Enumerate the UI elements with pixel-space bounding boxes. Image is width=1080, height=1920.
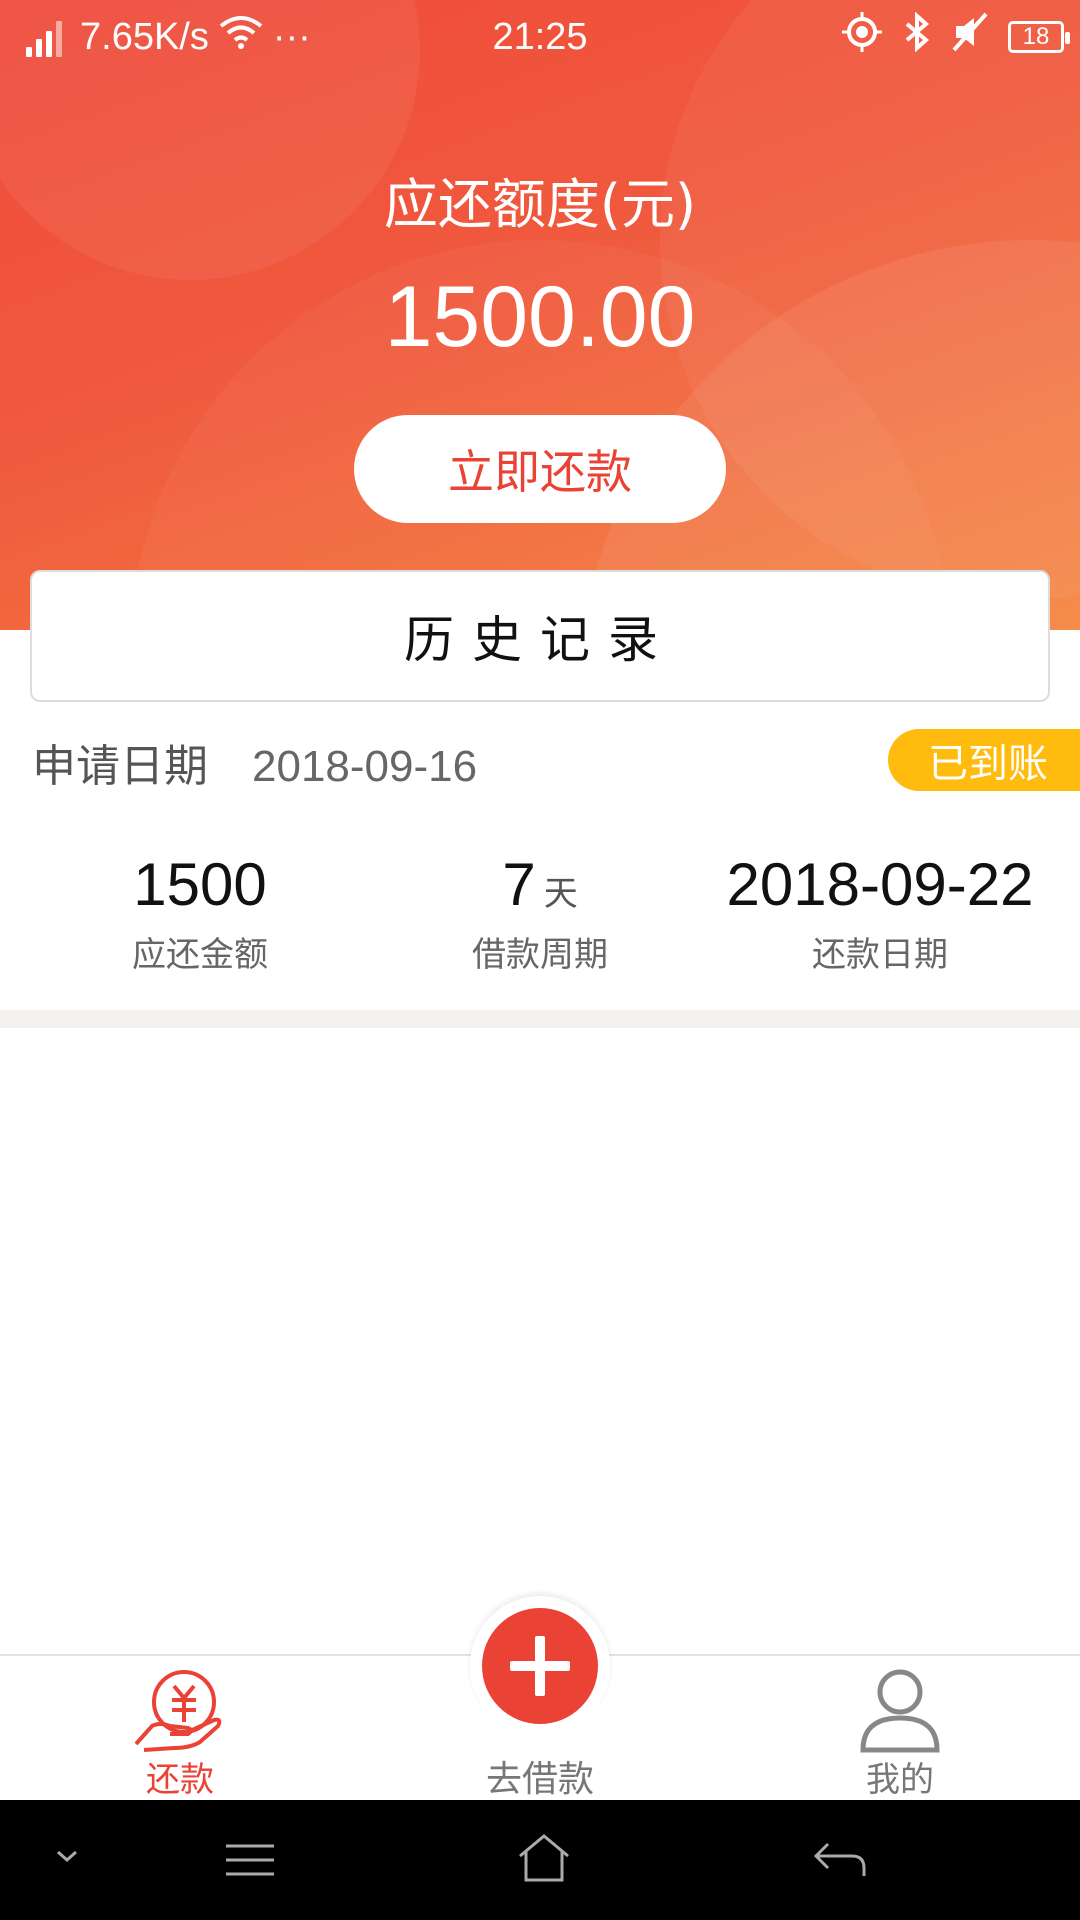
stat-due-date-value: 2018-09-22 bbox=[726, 851, 1034, 918]
status-bar: 7.65K/s ··· 21:25 18 bbox=[0, 0, 1080, 80]
section-divider bbox=[0, 1010, 1080, 1028]
due-amount-label: 应还额度(元) bbox=[383, 173, 697, 236]
tab-mine-label: 我的 bbox=[866, 1760, 934, 1800]
stat-due-date: 2018-09-22 还款日期 bbox=[700, 850, 1060, 976]
home-icon[interactable] bbox=[516, 1832, 572, 1888]
menu-icon[interactable] bbox=[222, 1840, 278, 1884]
borrow-fab[interactable] bbox=[470, 1596, 610, 1736]
location-icon bbox=[842, 12, 882, 62]
hero-banner: 7.65K/s ··· 21:25 18 应还额度(元) 1500.00 立即还… bbox=[0, 0, 1080, 630]
battery-icon: 18 bbox=[1008, 21, 1070, 53]
stat-period: 7天 借款周期 bbox=[360, 850, 720, 976]
stat-period-unit: 天 bbox=[543, 874, 578, 914]
stat-period-label: 借款周期 bbox=[472, 935, 608, 975]
due-amount-value: 1500.00 bbox=[384, 269, 696, 365]
stat-period-value: 7 bbox=[502, 851, 536, 918]
mute-icon bbox=[952, 12, 988, 62]
status-badge: 已到账 bbox=[888, 729, 1080, 791]
back-icon[interactable] bbox=[812, 1838, 868, 1886]
stat-amount-value: 1500 bbox=[133, 851, 267, 918]
tab-repay[interactable]: 还款 bbox=[70, 1664, 290, 1801]
bluetooth-icon bbox=[902, 11, 932, 62]
stat-amount: 1500 应还金额 bbox=[20, 850, 380, 976]
stat-due-date-label: 还款日期 bbox=[812, 935, 948, 975]
apply-date-row: 申请日期 2018-09-16 bbox=[32, 730, 477, 794]
apply-date-value: 2018-09-16 bbox=[252, 742, 478, 791]
chevron-down-icon[interactable] bbox=[52, 1846, 82, 1870]
plus-icon bbox=[482, 1608, 598, 1724]
apply-date-label: 申请日期 bbox=[32, 741, 208, 792]
system-nav-bar bbox=[0, 1800, 1080, 1920]
history-records-button[interactable]: 历史记录 bbox=[30, 570, 1050, 702]
tab-mine[interactable]: 我的 bbox=[790, 1664, 1010, 1801]
stat-amount-label: 应还金额 bbox=[132, 935, 268, 975]
repay-now-button[interactable]: 立即还款 bbox=[354, 415, 726, 523]
tab-repay-label: 还款 bbox=[146, 1760, 214, 1800]
tab-borrow-label[interactable]: 去借款 bbox=[390, 1750, 690, 1802]
